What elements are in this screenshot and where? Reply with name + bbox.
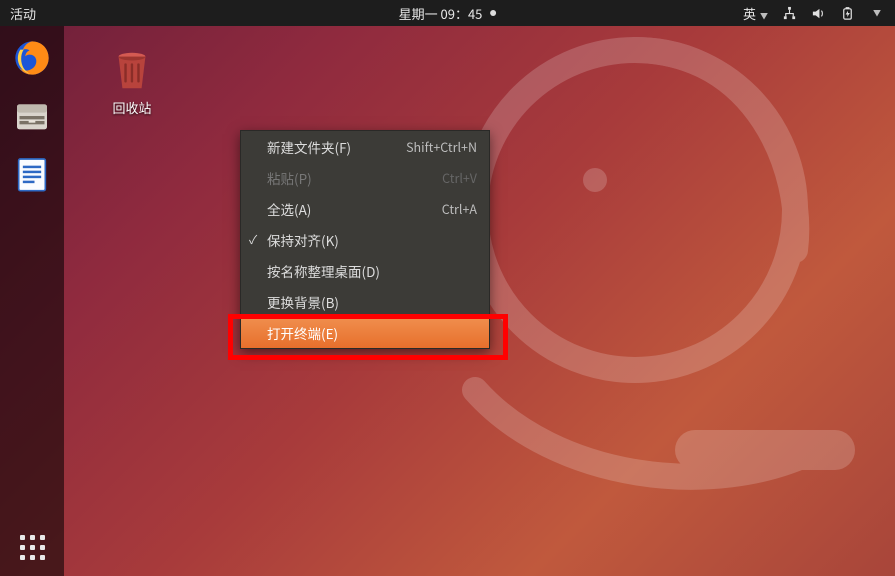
menu-item-label: 保持对齐(K) bbox=[267, 230, 339, 250]
dock-item-firefox[interactable] bbox=[10, 36, 54, 80]
files-icon bbox=[12, 96, 52, 136]
desktop-icon-label: 回收站 bbox=[92, 98, 172, 117]
menu-item-shortcut: Ctrl+V bbox=[442, 168, 477, 187]
menu-item-label: 打开终端(E) bbox=[267, 323, 338, 343]
network-icon[interactable] bbox=[782, 6, 797, 21]
menu-item-new-folder[interactable]: 新建文件夹(F) Shift+Ctrl+N bbox=[241, 131, 489, 162]
clock[interactable]: 星期一 09：45 bbox=[399, 4, 497, 23]
notification-dot-icon bbox=[490, 10, 496, 16]
writer-icon bbox=[12, 154, 52, 194]
show-applications-button[interactable] bbox=[0, 535, 64, 560]
menu-item-select-all[interactable]: 全选(A) Ctrl+A bbox=[241, 193, 489, 224]
menu-item-open-terminal[interactable]: 打开终端(E) bbox=[241, 317, 489, 348]
apps-grid-icon bbox=[20, 535, 45, 560]
menu-item-label: 全选(A) bbox=[267, 199, 311, 219]
dock-item-writer[interactable] bbox=[10, 152, 54, 196]
firefox-icon bbox=[12, 38, 52, 78]
desktop-context-menu: 新建文件夹(F) Shift+Ctrl+N 粘贴(P) Ctrl+V 全选(A)… bbox=[240, 130, 490, 349]
desktop-icon-trash[interactable]: 回收站 bbox=[92, 48, 172, 117]
chevron-down-icon: ▼ bbox=[760, 11, 768, 22]
menu-item-shortcut: Ctrl+A bbox=[442, 199, 477, 218]
activities-button[interactable]: 活动 bbox=[0, 4, 46, 23]
datetime-label: 星期一 09：45 bbox=[399, 4, 483, 23]
dock-item-files[interactable] bbox=[10, 94, 54, 138]
menu-item-label: 更换背景(B) bbox=[267, 292, 339, 312]
menu-item-organize-by-name[interactable]: 按名称整理桌面(D) bbox=[241, 255, 489, 286]
trash-icon bbox=[109, 48, 155, 94]
ime-indicator[interactable]: 英▼ bbox=[743, 4, 768, 23]
menu-item-label: 粘贴(P) bbox=[267, 168, 312, 188]
menu-item-keep-aligned[interactable]: 保持对齐(K) bbox=[241, 224, 489, 255]
menu-item-paste: 粘贴(P) Ctrl+V bbox=[241, 162, 489, 193]
battery-icon[interactable] bbox=[840, 6, 855, 21]
menu-item-shortcut: Shift+Ctrl+N bbox=[406, 137, 477, 156]
top-bar: 活动 星期一 09：45 英▼ ▼ bbox=[0, 0, 895, 26]
system-menu-chevron-icon[interactable]: ▼ bbox=[873, 8, 881, 19]
menu-item-change-background[interactable]: 更换背景(B) bbox=[241, 286, 489, 317]
volume-icon[interactable] bbox=[811, 6, 826, 21]
menu-item-label: 按名称整理桌面(D) bbox=[267, 261, 380, 281]
dock bbox=[0, 26, 64, 576]
menu-item-label: 新建文件夹(F) bbox=[267, 137, 351, 157]
